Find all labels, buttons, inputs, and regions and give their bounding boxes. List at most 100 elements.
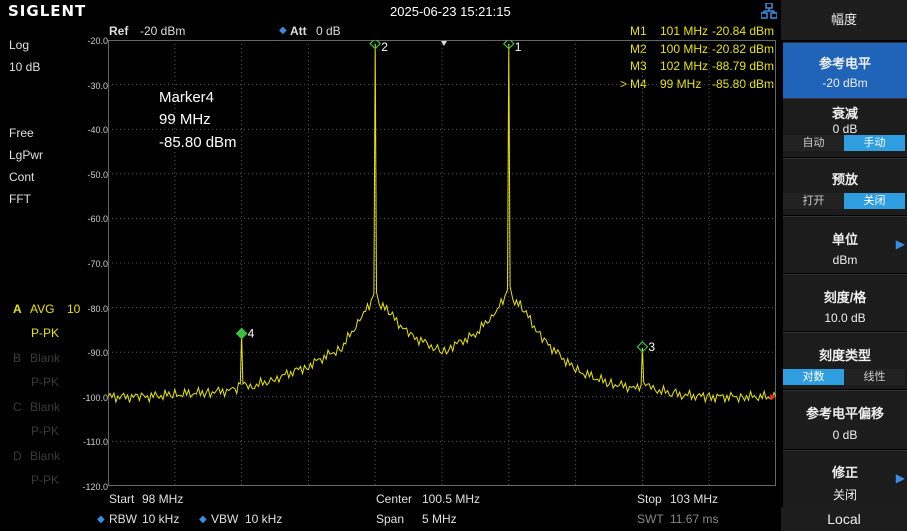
marker-group: 1 2 3 4 <box>235 40 655 354</box>
span-label: Span <box>376 512 405 526</box>
stop-value[interactable]: 103 MHz <box>670 492 718 506</box>
trace-b-id: B <box>13 351 22 365</box>
trace-a-mode: AVG <box>30 302 55 316</box>
brand-logo: SIGLENT <box>8 2 87 20</box>
ref-offset-key-label: 参考电平偏移 <box>805 406 884 421</box>
rbw-label: RBW <box>109 512 137 526</box>
y-tick-label: -90.0 <box>87 348 108 359</box>
correction-key[interactable]: 修正 关闭 ▶ <box>783 450 907 507</box>
marker-table-freq: 101 MHz <box>660 24 709 38</box>
preamp-toggle[interactable]: 打开 关闭 <box>783 193 905 209</box>
active-marker-freq: 99 MHz <box>159 111 211 128</box>
local-key[interactable]: Local <box>781 507 907 531</box>
y-tick-label: -30.0 <box>87 80 108 91</box>
scale-div-key[interactable]: 刻度/格 10.0 dB <box>783 274 907 331</box>
scale-log-option[interactable]: 对数 <box>783 369 844 385</box>
active-marker-name: Marker4 <box>159 89 215 106</box>
trace-b-detector: P-PK <box>31 375 60 389</box>
start-label: Start <box>109 492 135 506</box>
submenu-arrow-icon: ▶ <box>895 471 905 485</box>
preamp-off-option[interactable]: 关闭 <box>844 193 905 209</box>
units-key-label: 单位 <box>831 232 858 247</box>
scale-type: Log <box>9 38 30 52</box>
scale-type-key-label: 刻度类型 <box>818 348 871 363</box>
units-key-value: dBm <box>832 253 858 267</box>
plot-grid <box>108 40 776 486</box>
ref-offset-key-value: 0 dB <box>832 428 858 442</box>
rbw-value[interactable]: 10 kHz <box>142 512 179 526</box>
units-key[interactable]: 单位 dBm ▶ <box>783 216 907 273</box>
swt-value[interactable]: 11.67 ms <box>670 512 718 526</box>
att-diamond-icon: ◆ <box>279 25 287 36</box>
att-value[interactable]: 0 dB <box>316 24 341 38</box>
ref-level-key-label: 参考电平 <box>818 56 871 71</box>
marker-table-name: M1 <box>630 24 647 38</box>
correction-key-value: 关闭 <box>832 488 857 502</box>
rbw-diamond-icon: ◆ <box>97 514 105 525</box>
datetime: 2025-06-23 15:21:15 <box>390 4 511 19</box>
atten-toggle[interactable]: 自动 手动 <box>783 135 905 151</box>
scale-div: 10 dB <box>9 60 41 74</box>
ref-level-key-value: -20 dBm <box>822 76 868 90</box>
ref-value[interactable]: -20 dBm <box>140 24 185 38</box>
marker-2-label: 2 <box>381 40 388 54</box>
active-marker-level: -85.80 dBm <box>159 134 237 151</box>
scale-linear-option[interactable]: 线性 <box>844 369 905 385</box>
ref-level-key[interactable]: 参考电平 -20 dBm <box>783 42 907 98</box>
preamp-on-option[interactable]: 打开 <box>783 193 844 209</box>
vbw-value[interactable]: 10 kHz <box>245 512 282 526</box>
y-tick-label: -70.0 <box>87 259 108 269</box>
preamp-key-label: 预放 <box>831 172 858 187</box>
menu-title: 幅度 <box>781 0 907 40</box>
swt-label: SWT <box>637 512 664 526</box>
y-tick-label: -40.0 <box>87 125 108 136</box>
marker-table-level: -20.84 dBm <box>712 24 775 38</box>
y-tick-label: -20.0 <box>87 36 108 46</box>
trace-b-mode: Blank <box>30 351 61 365</box>
atten-auto-option[interactable]: 自动 <box>783 135 844 151</box>
center-value[interactable]: 100.5 MHz <box>422 492 480 506</box>
fft-label: FFT <box>9 192 31 206</box>
y-tick-label: -110.0 <box>83 437 108 448</box>
span-value[interactable]: 5 MHz <box>422 512 457 526</box>
start-value[interactable]: 98 MHz <box>142 492 183 506</box>
marker-3-label: 3 <box>648 340 655 354</box>
scale-div-key-value: 10.0 dB <box>824 311 866 325</box>
y-tick-label: -100.0 <box>82 392 108 403</box>
trace-c-id: C <box>13 400 22 414</box>
trace-d-mode: Blank <box>30 449 61 463</box>
marker-4-diamond <box>235 327 248 340</box>
att-label: Att <box>290 24 307 38</box>
vbw-diamond-icon: ◆ <box>199 514 207 525</box>
sweep-mode: Cont <box>9 170 35 184</box>
scale-type-toggle[interactable]: 对数 线性 <box>783 369 905 385</box>
vbw-label: VBW <box>211 512 239 526</box>
correction-key-label: 修正 <box>831 465 858 480</box>
detector-label: LgPwr <box>9 148 44 162</box>
atten-manual-option[interactable]: 手动 <box>844 135 905 151</box>
network-icon[interactable] <box>761 3 777 19</box>
center-label: Center <box>376 492 413 506</box>
y-tick-label: -120.0 <box>82 482 108 492</box>
atten-key-label: 衰减 <box>831 106 858 121</box>
trace-c-mode: Blank <box>30 400 61 414</box>
y-tick-label: -50.0 <box>87 169 108 180</box>
marker-4-label: 4 <box>248 326 255 340</box>
marker-1-label: 1 <box>515 40 522 54</box>
trace-c-detector: P-PK <box>31 424 60 438</box>
y-tick-label: -80.0 <box>87 303 108 314</box>
y-tick-label: -60.0 <box>87 214 108 225</box>
stop-label: Stop <box>637 492 662 506</box>
ref-triangle-icon <box>441 41 447 46</box>
atten-key-value: 0 dB <box>832 122 858 136</box>
free-label: Free <box>9 126 34 140</box>
ref-label: Ref <box>109 24 129 38</box>
scale-div-key-label: 刻度/格 <box>823 290 867 305</box>
trace-a-detector: P-PK <box>31 326 60 340</box>
spectrum-plot[interactable]: 1 2 3 4 <box>108 40 776 486</box>
trace-d-id: D <box>13 449 22 463</box>
submenu-arrow-icon: ▶ <box>895 237 905 251</box>
ref-offset-key[interactable]: 参考电平偏移 0 dB <box>783 390 907 449</box>
trace-d-detector: P-PK <box>31 473 60 487</box>
trace-a-id: A <box>13 302 22 316</box>
